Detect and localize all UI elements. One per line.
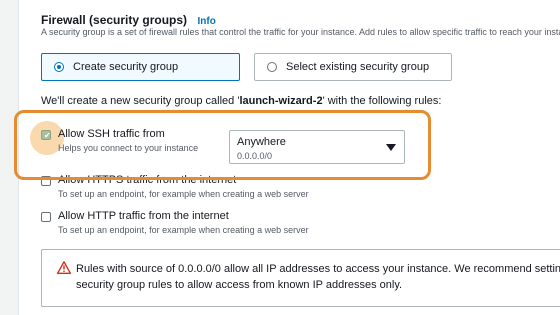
left-border-strip	[0, 0, 19, 315]
select-existing-security-group-label: Select existing security group	[286, 61, 430, 73]
ssh-source-cidr: 0.0.0.0/0	[237, 151, 273, 161]
warning-text: Rules with source of 0.0.0.0/0 allow all…	[76, 263, 560, 291]
ssh-source-select[interactable]: Anywhere 0.0.0.0/0	[229, 130, 405, 164]
section-description: A security group is a set of firewall ru…	[41, 27, 560, 37]
create-security-group-label: Create security group	[73, 61, 179, 73]
radio-unselected-icon	[267, 62, 277, 72]
http-rule-help: To set up an endpoint, for example when …	[58, 225, 309, 235]
http-checkbox[interactable]	[41, 212, 51, 222]
https-rule-label: Allow HTTPS traffic from the internet	[58, 174, 237, 186]
https-rule-help: To set up an endpoint, for example when …	[58, 189, 309, 199]
ssh-source-value: Anywhere	[237, 136, 286, 148]
http-rule-label: Allow HTTP traffic from the internet	[58, 210, 229, 222]
ssh-checkbox[interactable]: ✔	[41, 130, 51, 140]
security-group-name: launch-wizard-2	[239, 95, 323, 107]
security-warning-alert: Rules with source of 0.0.0.0/0 allow all…	[41, 249, 560, 307]
ssh-rule-help: Helps you connect to your instance	[58, 143, 199, 153]
create-security-group-option[interactable]: Create security group	[41, 53, 240, 81]
section-title: Firewall (security groups)	[41, 13, 188, 27]
firewall-panel: Firewall (security groups) Info A securi…	[0, 0, 560, 315]
caret-down-icon	[386, 144, 396, 151]
select-existing-security-group-option[interactable]: Select existing security group	[254, 53, 452, 81]
create-note-suffix: ' with the following rules:	[322, 95, 442, 107]
create-note-prefix: We'll create a new security group called…	[41, 95, 240, 107]
https-checkbox[interactable]	[41, 176, 51, 186]
create-security-group-note: We'll create a new security group called…	[41, 95, 441, 107]
ssh-rule-label: Allow SSH traffic from	[58, 128, 165, 140]
warning-triangle-icon	[57, 261, 71, 274]
radio-selected-icon	[54, 62, 64, 72]
check-icon: ✔	[44, 131, 51, 140]
